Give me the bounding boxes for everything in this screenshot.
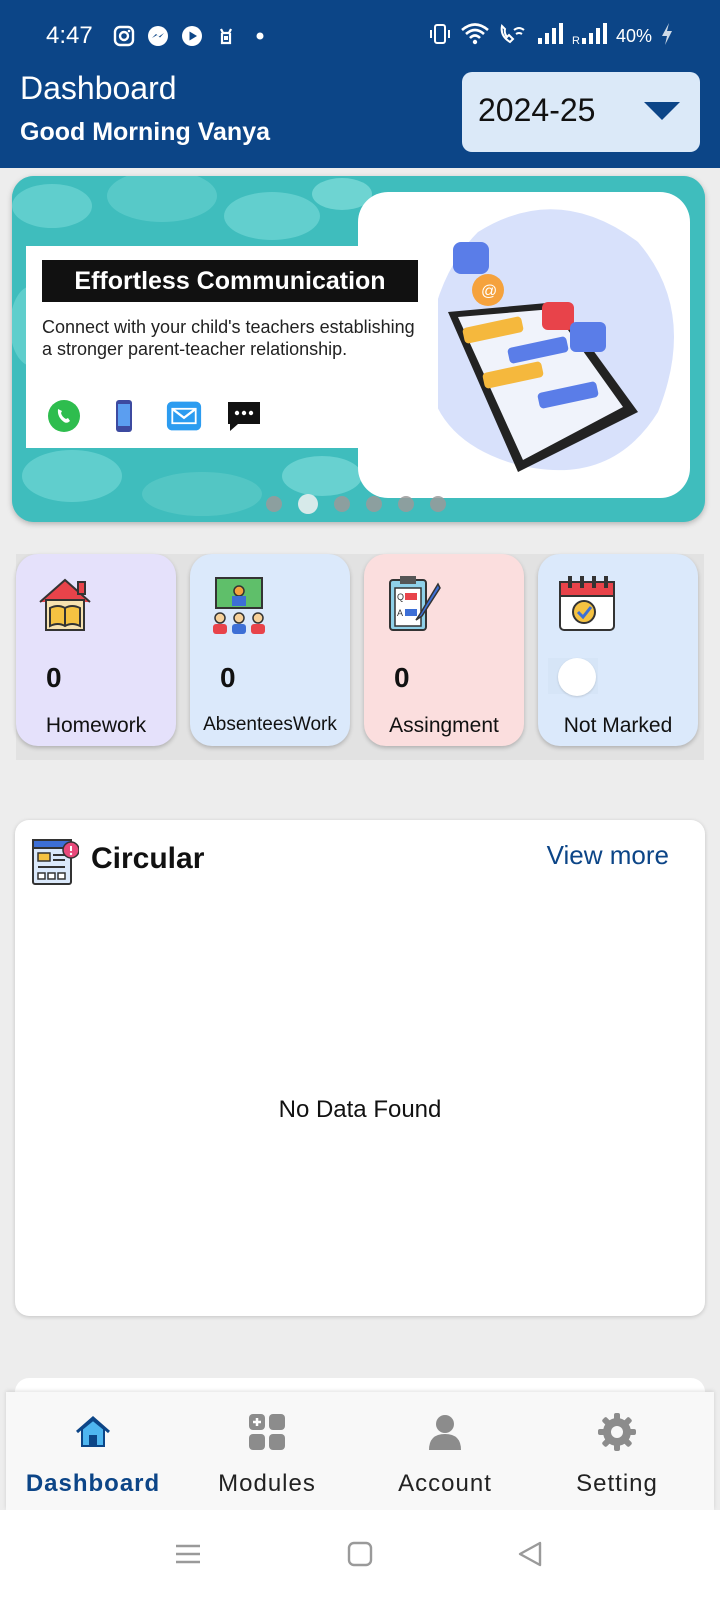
- signal-bars-icon: [536, 22, 564, 51]
- notification-icons: [112, 22, 272, 50]
- system-status-icons: R 40%: [428, 22, 674, 50]
- banner-carousel[interactable]: @ Effortless Communication Connect with …: [12, 176, 705, 522]
- home-button-icon[interactable]: [346, 1540, 374, 1568]
- carousel-dot-active[interactable]: [298, 494, 318, 514]
- absentees-work-label: AbsenteesWork: [203, 714, 337, 735]
- empty-state-text: No Data Found: [278, 1096, 442, 1123]
- circular-card: Circular View more No Data Found: [15, 820, 705, 1316]
- view-more-link[interactable]: View more: [547, 840, 669, 871]
- vibrate-icon: [428, 22, 452, 51]
- youtube-play-icon: [180, 24, 204, 48]
- attendance-tile[interactable]: Not Marked: [538, 554, 698, 746]
- status-time: 4:47: [46, 22, 93, 49]
- wifi-calling-icon: [498, 22, 528, 51]
- svg-text:@: @: [481, 283, 497, 300]
- svg-text:A: A: [397, 608, 403, 618]
- year-selected-value: 2024-25: [478, 92, 596, 128]
- chevron-down-icon: [644, 102, 680, 120]
- carousel-dot[interactable]: [398, 496, 414, 512]
- home-icon: [73, 1412, 113, 1452]
- app-notification-icon: [214, 24, 238, 48]
- recent-apps-icon[interactable]: [174, 1540, 202, 1568]
- person-icon: [425, 1412, 465, 1452]
- carousel-indicators: [266, 494, 446, 514]
- mobile-phone-icon: [106, 398, 142, 434]
- grid-icon: [247, 1412, 287, 1452]
- back-icon[interactable]: [516, 1540, 544, 1568]
- svg-text:R: R: [572, 35, 580, 46]
- year-dropdown[interactable]: 2024-25: [462, 72, 700, 152]
- svg-text:Q: Q: [397, 592, 404, 602]
- nav-setting-label: Setting: [576, 1470, 658, 1497]
- nav-modules-label: Modules: [218, 1470, 316, 1497]
- clipboard-icon: QA: [382, 574, 444, 636]
- carousel-dot[interactable]: [334, 496, 350, 512]
- attendance-status-indicator: [548, 658, 598, 696]
- app-header: 4:47 R 40% Dashboard Good Morning Vanya …: [0, 0, 720, 168]
- banner-title: Effortless Communication: [42, 260, 418, 302]
- nav-setting[interactable]: Setting: [532, 1392, 702, 1510]
- classroom-icon: [208, 574, 270, 636]
- instagram-icon: [112, 24, 136, 48]
- assignment-tile[interactable]: QA 0 Assingment: [364, 554, 524, 746]
- sms-chat-icon: [226, 398, 262, 434]
- carousel-dot[interactable]: [366, 496, 382, 512]
- assignment-count: 0: [394, 662, 410, 693]
- carousel-dot[interactable]: [266, 496, 282, 512]
- messenger-icon: [146, 24, 170, 48]
- homework-label: Homework: [45, 714, 147, 737]
- status-bar: 4:47 R 40%: [0, 20, 720, 54]
- banner-text: Connect with your child's teachers estab…: [42, 317, 415, 359]
- house-book-icon: [34, 574, 96, 636]
- carousel-dot[interactable]: [430, 496, 446, 512]
- absentees-work-tile[interactable]: 0 AbsenteesWork: [190, 554, 350, 746]
- circular-title: Circular: [91, 842, 205, 875]
- nav-account-label: Account: [398, 1470, 492, 1497]
- whatsapp-icon: [46, 398, 82, 434]
- battery-level: 40%: [615, 25, 652, 46]
- email-icon: [166, 398, 202, 434]
- circular-notice-icon: [31, 836, 80, 888]
- absentees-work-count: 0: [220, 662, 236, 693]
- charging-icon: [660, 22, 674, 51]
- banner-channel-icons: [46, 398, 262, 434]
- system-navigation-bar: [0, 1510, 720, 1600]
- attendance-label: Not Marked: [563, 714, 673, 737]
- page-title: Dashboard: [20, 70, 177, 106]
- bottom-navigation: Dashboard Modules Account Setting: [6, 1392, 714, 1510]
- nav-dashboard-label: Dashboard: [25, 1470, 161, 1497]
- calendar-check-icon: [556, 574, 618, 636]
- nav-dashboard[interactable]: Dashboard: [8, 1392, 178, 1510]
- homework-tile[interactable]: 0 Homework: [16, 554, 176, 746]
- more-notifications-dot-icon: [248, 24, 272, 48]
- greeting-text: Good Morning Vanya: [20, 118, 271, 146]
- homework-count: 0: [46, 662, 62, 693]
- nav-account[interactable]: Account: [360, 1392, 530, 1510]
- summary-tiles: 0 Homework 0 AbsenteesWork QA 0 Assingme…: [16, 554, 704, 760]
- wifi-icon: [460, 22, 490, 51]
- signal-roaming-icon: R: [572, 22, 608, 51]
- nav-modules[interactable]: Modules: [182, 1392, 352, 1510]
- assignment-label: Assingment: [389, 714, 499, 737]
- gear-icon: [597, 1412, 637, 1452]
